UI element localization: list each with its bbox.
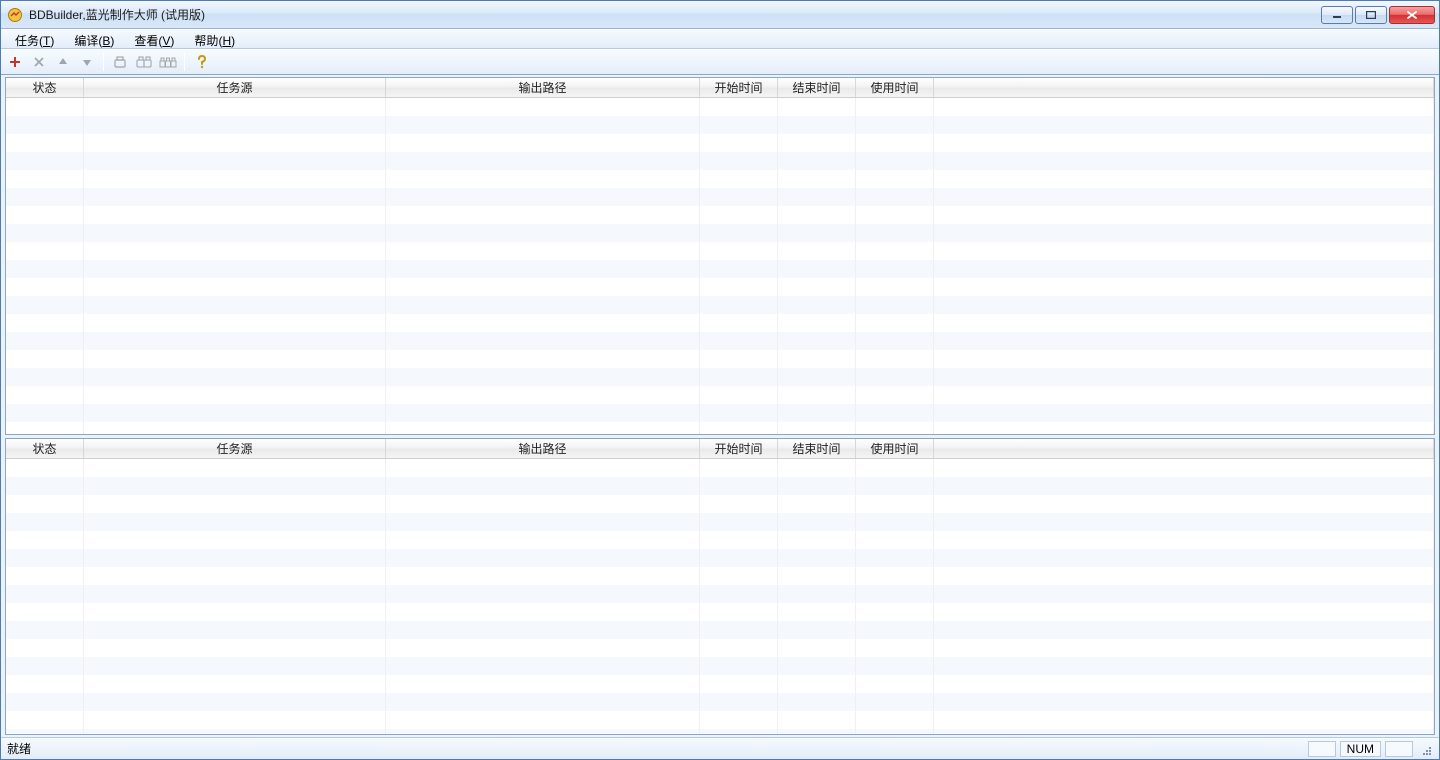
table-row [6, 260, 1434, 278]
column-header-row: 状态 任务源 输出路径 开始时间 结束时间 使用时间 [6, 78, 1434, 98]
grid-body-bottom[interactable] [6, 459, 1434, 734]
table-row [6, 422, 1434, 434]
col-output[interactable]: 输出路径 [386, 78, 700, 97]
table-row [6, 459, 1434, 477]
table-row [6, 549, 1434, 567]
table-row [6, 134, 1434, 152]
table-row [6, 170, 1434, 188]
grid-body-top[interactable] [6, 98, 1434, 434]
col-start[interactable]: 开始时间 [700, 439, 778, 458]
col-source[interactable]: 任务源 [84, 439, 386, 458]
table-row [6, 477, 1434, 495]
remove-task-button[interactable] [29, 52, 49, 72]
menu-bar: 任务(T) 编译(B) 查看(V) 帮助(H) [1, 29, 1439, 49]
table-row [6, 675, 1434, 693]
table-row [6, 585, 1434, 603]
table-row [6, 296, 1434, 314]
table-row [6, 278, 1434, 296]
tasks-grid-bottom: 状态 任务源 输出路径 开始时间 结束时间 使用时间 [5, 438, 1435, 735]
col-end[interactable]: 结束时间 [778, 439, 856, 458]
menu-view[interactable]: 查看(V) [124, 30, 184, 48]
table-row [6, 242, 1434, 260]
table-row [6, 639, 1434, 657]
move-down-button[interactable] [77, 52, 97, 72]
col-start[interactable]: 开始时间 [700, 78, 778, 97]
col-source[interactable]: 任务源 [84, 78, 386, 97]
table-row [6, 711, 1434, 729]
menu-task[interactable]: 任务(T) [5, 30, 64, 48]
table-row [6, 729, 1434, 734]
status-ready: 就绪 [7, 740, 1304, 757]
col-end[interactable]: 结束时间 [778, 78, 856, 97]
table-row [6, 386, 1434, 404]
menu-compile[interactable]: 编译(B) [64, 30, 124, 48]
table-row [6, 513, 1434, 531]
client-area: 状态 任务源 输出路径 开始时间 结束时间 使用时间 状态 任务源 输出路径 开… [1, 75, 1439, 737]
col-status[interactable]: 状态 [6, 439, 84, 458]
status-pane-3 [1385, 741, 1413, 757]
add-task-button[interactable] [5, 52, 25, 72]
title-bar: BDBuilder,蓝光制作大师 (试用版) [1, 1, 1439, 29]
col-elapsed[interactable]: 使用时间 [856, 78, 934, 97]
build-selected-button[interactable] [134, 52, 154, 72]
table-row [6, 621, 1434, 639]
table-row [6, 98, 1434, 116]
table-row [6, 531, 1434, 549]
column-header-row: 状态 任务源 输出路径 开始时间 结束时间 使用时间 [6, 439, 1434, 459]
build-one-button[interactable] [110, 52, 130, 72]
table-row [6, 495, 1434, 513]
move-up-button[interactable] [53, 52, 73, 72]
table-row [6, 657, 1434, 675]
table-row [6, 152, 1434, 170]
about-button[interactable] [191, 52, 211, 72]
table-row [6, 188, 1434, 206]
status-bar: 就绪 NUM [1, 737, 1439, 759]
table-row [6, 116, 1434, 134]
maximize-button[interactable] [1355, 6, 1387, 24]
col-elapsed[interactable]: 使用时间 [856, 439, 934, 458]
table-row [6, 350, 1434, 368]
resize-grip-icon[interactable] [1417, 741, 1433, 757]
table-row [6, 567, 1434, 585]
status-pane-1 [1308, 741, 1336, 757]
app-window: BDBuilder,蓝光制作大师 (试用版) 任务(T) 编译(B) 查看(V)… [0, 0, 1440, 760]
status-num: NUM [1340, 741, 1381, 757]
table-row [6, 206, 1434, 224]
toolbar-separator [103, 53, 104, 71]
toolbar [1, 49, 1439, 75]
table-row [6, 314, 1434, 332]
close-button[interactable] [1389, 6, 1435, 24]
table-row [6, 224, 1434, 242]
table-row [6, 693, 1434, 711]
window-title: BDBuilder,蓝光制作大师 (试用版) [29, 6, 205, 23]
menu-help[interactable]: 帮助(H) [184, 30, 245, 48]
col-spacer [934, 78, 1434, 97]
table-row [6, 603, 1434, 621]
table-row [6, 332, 1434, 350]
table-row [6, 368, 1434, 386]
col-spacer [934, 439, 1434, 458]
table-row [6, 404, 1434, 422]
col-output[interactable]: 输出路径 [386, 439, 700, 458]
build-all-button[interactable] [158, 52, 178, 72]
toolbar-separator [184, 53, 185, 71]
col-status[interactable]: 状态 [6, 78, 84, 97]
minimize-button[interactable] [1321, 6, 1353, 24]
tasks-grid-top: 状态 任务源 输出路径 开始时间 结束时间 使用时间 [5, 77, 1435, 435]
app-icon [7, 7, 23, 23]
